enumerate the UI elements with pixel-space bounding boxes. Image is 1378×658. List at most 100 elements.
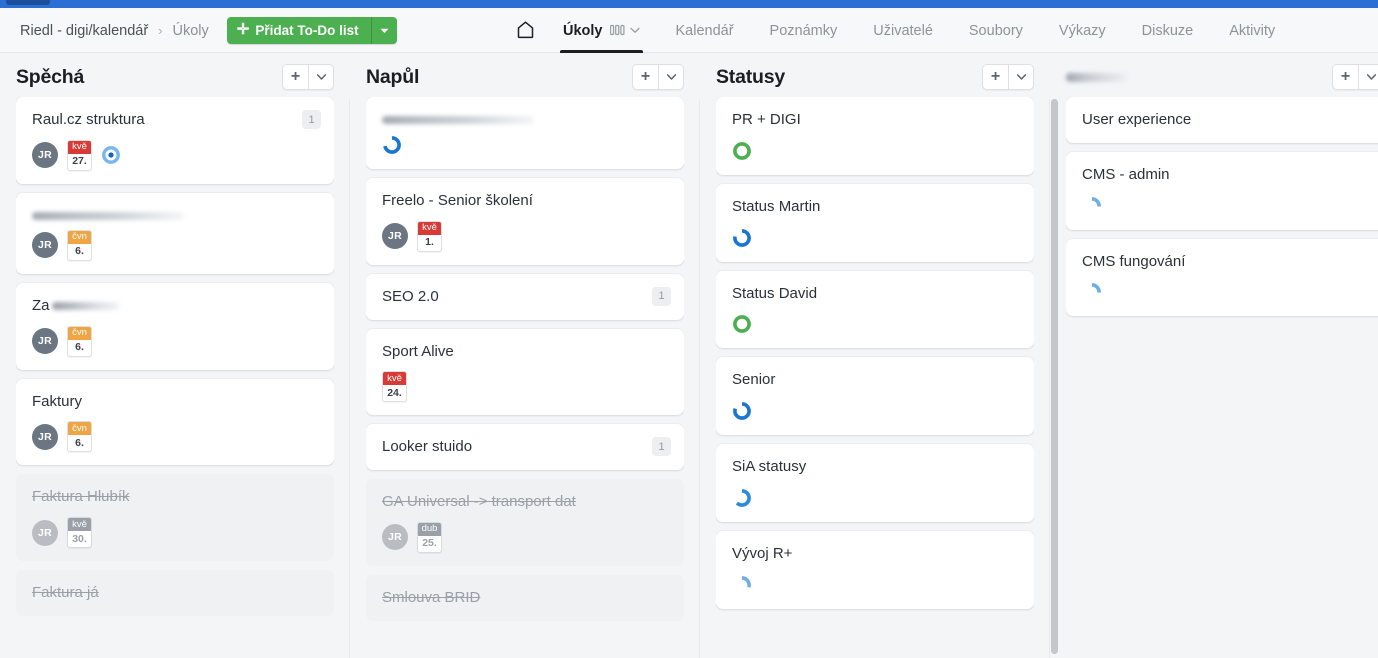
nav-home-button[interactable] [505, 8, 545, 53]
progress-ring-icon[interactable] [732, 488, 752, 508]
task-card[interactable]: Freelo - Senior školení JR kvě 1. [366, 178, 684, 265]
task-card[interactable]: Raul.cz struktura 1 JR kvě 27. [16, 97, 334, 184]
nav-item-ukoly[interactable]: Úkoly [545, 8, 658, 53]
task-card-title: Vývoj R+ [732, 544, 793, 562]
task-card[interactable]: Smlouva BRID [366, 574, 684, 621]
task-card-progress [732, 140, 1018, 162]
nav-item-diskuze[interactable]: Diskuze [1124, 8, 1212, 53]
task-card[interactable]: Status Martin [716, 183, 1034, 262]
task-card-count-badge: 1 [652, 437, 671, 457]
task-card[interactable] [366, 97, 684, 169]
column-card-list: Raul.cz struktura 1 JR kvě 27. JR čvn 6. Za JR čvn… [16, 97, 334, 658]
kanban-board: Spěchá + Raul.cz struktura 1 JR kvě 27. JR čvn 6.… [0, 53, 1378, 658]
task-card[interactable]: Senior [716, 357, 1034, 435]
board-column: Spěchá + Raul.cz struktura 1 JR kvě 27. JR čvn 6.… [0, 53, 350, 658]
column-menu-button[interactable] [1008, 65, 1033, 89]
task-card[interactable]: Faktury JR čvn 6. [16, 378, 334, 466]
board-column: Napůl + Freelo - Senior školení JR kvě 1. SEO … [349, 53, 700, 658]
kanban-view-icon[interactable] [609, 24, 625, 37]
due-date-badge[interactable]: čvn 6. [67, 229, 92, 261]
task-card[interactable]: SiA statusy [716, 444, 1034, 522]
task-card[interactable]: Faktura já [16, 570, 334, 616]
add-todo-list-dropdown-button[interactable] [370, 17, 397, 44]
task-card[interactable]: Looker stuido 1 [366, 424, 684, 470]
task-card-meta: JR čvn 6. [32, 325, 318, 357]
avatar[interactable]: JR [32, 232, 58, 259]
avatar[interactable]: JR [32, 519, 58, 546]
due-date-badge[interactable]: čvn 6. [67, 325, 92, 357]
redaction-blur [51, 302, 120, 311]
column-header: Napůl + [366, 53, 684, 97]
due-date-day: 6. [75, 436, 84, 449]
column-menu-button[interactable] [308, 65, 333, 89]
nav-item-label: Úkoly [563, 22, 603, 39]
breadcrumb-project[interactable]: Riedl - digi/kalendář [20, 23, 148, 39]
column-menu-button[interactable] [1358, 65, 1378, 89]
column-card-list: PR + DIGI Status Martin Status David Senior… [716, 97, 1034, 658]
progress-ring-icon[interactable] [732, 401, 752, 421]
due-date-badge[interactable]: čvn 6. [67, 421, 92, 453]
column-title: Spěchá [16, 65, 85, 88]
task-card[interactable]: Sport Alive kvě 24. [366, 328, 684, 416]
column-add-card-button[interactable]: + [633, 65, 658, 89]
task-card[interactable]: CMS fungování [1066, 238, 1378, 317]
progress-ring-icon[interactable] [1082, 196, 1102, 216]
task-card-title: Faktury [32, 392, 83, 410]
chevron-down-icon[interactable] [629, 27, 640, 34]
nav-item-label: Výkazy [1058, 22, 1106, 39]
due-date-badge[interactable]: kvě 30. [67, 517, 92, 548]
nav-item-label: Aktivity [1229, 22, 1276, 39]
browser-tab-sliver[interactable] [6, 0, 50, 5]
progress-ring-icon[interactable] [732, 141, 752, 161]
task-card[interactable]: Vývoj R+ [716, 530, 1034, 609]
due-date-month: kvě [418, 221, 441, 235]
task-card[interactable]: GA Universal -> transport dat JR dub 25. [366, 479, 684, 566]
task-card-meta: JR čvn 6. [32, 229, 318, 261]
nav-item-uzivatele[interactable]: Uživatelé [855, 8, 951, 53]
task-card-title-text: Za [32, 296, 50, 314]
task-card-title: Za [32, 297, 318, 316]
task-card-title: PR + DIGI [732, 111, 801, 128]
due-date-month: čvn [68, 326, 91, 340]
task-card[interactable]: SEO 2.0 1 [366, 273, 684, 320]
avatar[interactable]: JR [32, 142, 58, 169]
column-add-card-button[interactable]: + [1333, 65, 1358, 89]
task-card[interactable]: Status David [716, 270, 1034, 349]
nav-item-aktivity[interactable]: Aktivity [1211, 8, 1293, 53]
due-date-day: 27. [72, 155, 87, 168]
avatar[interactable]: JR [382, 223, 408, 250]
nav-item-soubory[interactable]: Soubory [951, 8, 1041, 53]
column-add-card-button[interactable]: + [283, 65, 308, 89]
column-title: Napůl [366, 65, 420, 88]
due-date-month: kvě [383, 372, 406, 386]
task-card[interactable]: PR + DIGI [716, 97, 1034, 175]
task-card-title: Smlouva BRID [382, 588, 481, 606]
dot-circle-icon[interactable] [101, 145, 121, 165]
progress-ring-icon[interactable] [732, 575, 752, 595]
column-menu-button[interactable] [658, 65, 683, 89]
progress-ring-icon[interactable] [382, 135, 402, 155]
due-date-badge[interactable]: kvě 24. [382, 371, 407, 403]
task-card[interactable]: User experience [1066, 97, 1378, 143]
progress-ring-icon[interactable] [732, 228, 752, 248]
progress-ring-icon[interactable] [732, 314, 752, 334]
avatar[interactable]: JR [32, 423, 58, 450]
avatar[interactable]: JR [382, 524, 408, 551]
nav-item-kalendar[interactable]: Kalendář [658, 8, 752, 53]
column-add-card-button[interactable]: + [983, 65, 1008, 89]
due-date-badge[interactable]: dub 25. [417, 521, 442, 553]
nav-item-poznamky[interactable]: Poznámky [752, 8, 856, 53]
task-card[interactable]: Za JR čvn 6. [16, 282, 334, 370]
breadcrumb-current[interactable]: Úkoly [173, 23, 209, 39]
task-card[interactable]: CMS - admin [1066, 151, 1378, 230]
avatar[interactable]: JR [32, 328, 58, 354]
progress-ring-icon[interactable] [1082, 282, 1102, 302]
task-card[interactable]: JR čvn 6. [16, 192, 334, 274]
due-date-badge[interactable]: kvě 27. [67, 139, 92, 171]
task-card[interactable]: Faktura Hlubík JR kvě 30. [16, 474, 334, 561]
nav-item-vykazy[interactable]: Výkazy [1041, 8, 1124, 53]
add-todo-list-button[interactable]: ✛ Přidat To-Do list [226, 17, 371, 44]
due-date-badge[interactable]: kvě 1. [417, 220, 442, 252]
column-header: Spěchá + [16, 53, 334, 97]
task-card-title: Faktura já [32, 584, 99, 601]
